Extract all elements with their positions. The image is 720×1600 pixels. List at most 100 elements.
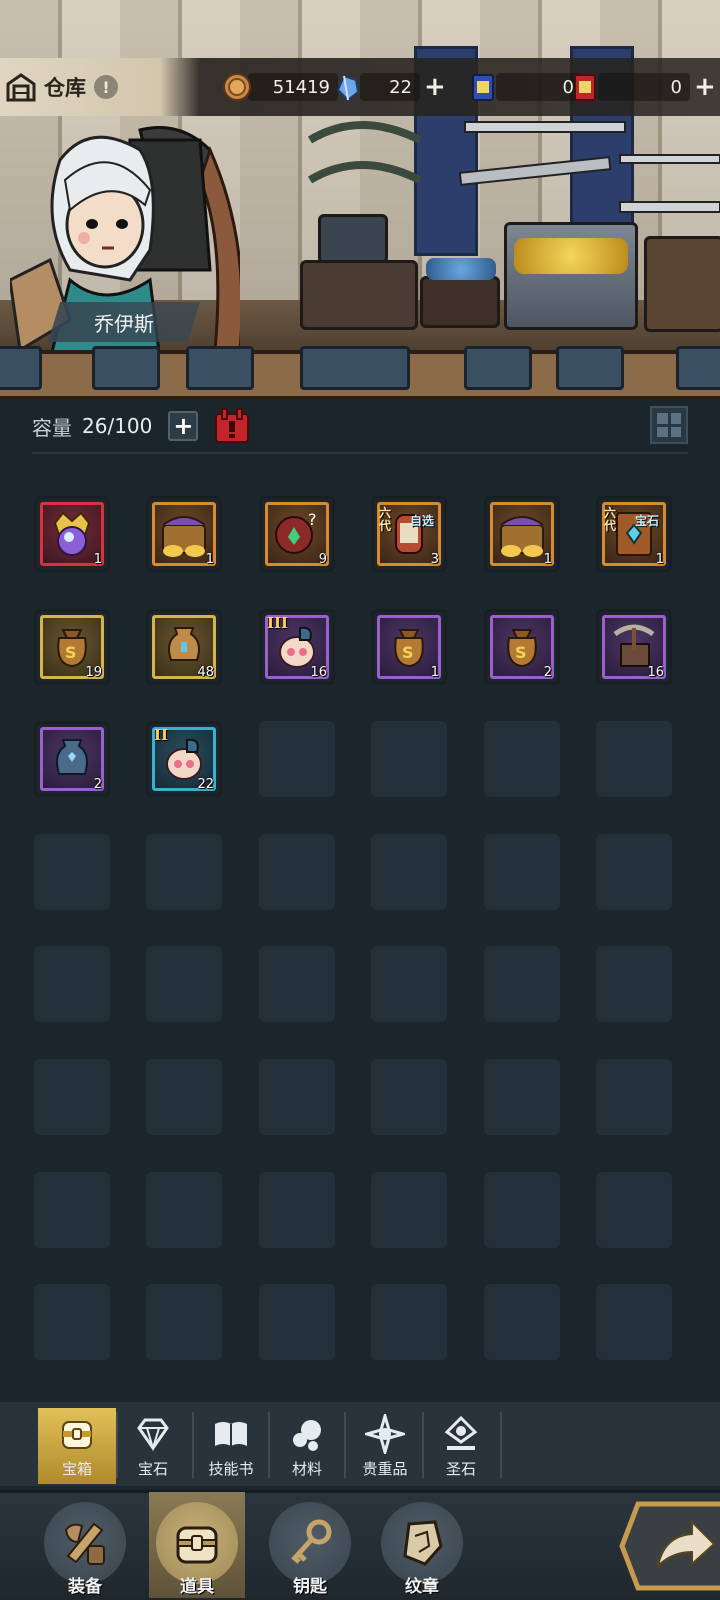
materials-icon [293, 1420, 321, 1451]
tab-label: 贵重品 [362, 1460, 408, 1478]
empty-slot[interactable] [259, 1172, 335, 1248]
tab-label: 技能书 [208, 1460, 254, 1478]
svg-text:?: ? [308, 510, 317, 529]
add-red-card-button[interactable]: + [694, 74, 716, 100]
red-card-icon [574, 74, 596, 101]
empty-slot[interactable] [596, 946, 672, 1022]
empty-slot[interactable] [371, 1284, 447, 1360]
nav-keys[interactable]: 钥匙 [262, 1492, 358, 1598]
empty-slot[interactable] [484, 1172, 560, 1248]
tab-skill-book[interactable]: 技能书 [192, 1408, 270, 1484]
resource-crystals: 22 + [332, 70, 446, 104]
inventory-item[interactable]: 48 [146, 609, 222, 685]
empty-slot[interactable] [34, 834, 110, 910]
expand-capacity-button[interactable]: + [168, 411, 199, 441]
empty-slot[interactable] [484, 946, 560, 1022]
inventory-item[interactable]: 2 [34, 721, 110, 797]
empty-slot[interactable] [259, 946, 335, 1022]
ledge-stone [300, 346, 410, 390]
item-count: 1 [205, 552, 214, 567]
item-count: 3 [430, 552, 439, 567]
tab-chest[interactable]: 宝箱 [38, 1408, 116, 1484]
inventory-item[interactable]: 16 [596, 609, 672, 685]
tier-label: III [267, 614, 289, 632]
empty-slot[interactable] [371, 946, 447, 1022]
inventory-item[interactable]: 1 [34, 496, 110, 572]
tab-valuables[interactable]: 贵重品 [346, 1408, 424, 1484]
empty-slot[interactable] [146, 946, 222, 1022]
item-tag-right: 自选 [410, 514, 435, 528]
tab-holy-stone[interactable]: 圣石 [422, 1408, 500, 1484]
inventory-item[interactable]: 六代 宝石 1 [596, 496, 672, 572]
empty-slot[interactable] [34, 1284, 110, 1360]
nav-items[interactable]: 道具 [149, 1492, 245, 1598]
empty-slot[interactable] [34, 1059, 110, 1135]
empty-slot[interactable] [146, 1284, 222, 1360]
empty-slot[interactable] [596, 1284, 672, 1360]
empty-slot[interactable] [371, 834, 447, 910]
empty-slot[interactable] [371, 1059, 447, 1135]
empty-slot[interactable] [259, 1059, 335, 1135]
item-count: 1 [93, 552, 102, 567]
add-crystals-button[interactable]: + [424, 74, 446, 100]
ledge-stone [0, 346, 42, 390]
gold-money-bag-icon: S [394, 629, 424, 668]
tab-separator [500, 1412, 502, 1478]
ledge-stone [92, 346, 160, 390]
item-count: 1 [430, 665, 439, 680]
empty-slot[interactable] [484, 1059, 560, 1135]
share-arrow-button[interactable] [618, 1496, 720, 1596]
inventory-item[interactable]: S 19 [34, 609, 110, 685]
inventory-item[interactable]: 1 [146, 496, 222, 572]
empty-slot[interactable] [371, 1172, 447, 1248]
calendar-sort-icon[interactable] [212, 406, 252, 446]
empty-slot[interactable] [596, 1172, 672, 1248]
empty-slot[interactable] [596, 1059, 672, 1135]
grid-view-toggle[interactable] [650, 406, 688, 444]
resource-blue-card: 0 [468, 70, 582, 104]
nav-label: 纹章 [405, 1577, 439, 1597]
nav-label: 装备 [68, 1577, 102, 1597]
tab-gem[interactable]: 宝石 [114, 1408, 192, 1484]
empty-slot[interactable] [596, 721, 672, 797]
item-count: 1 [655, 552, 664, 567]
page-title-box: 仓库 ! [0, 58, 200, 116]
empty-slot[interactable] [371, 721, 447, 797]
empty-slot[interactable] [146, 1059, 222, 1135]
nav-emblems[interactable]: 纹章 [374, 1492, 470, 1598]
empty-slot[interactable] [146, 834, 222, 910]
star-emblem-icon [365, 1414, 405, 1454]
empty-slot[interactable] [596, 834, 672, 910]
empty-slot[interactable] [484, 834, 560, 910]
small-chest-icon [318, 214, 388, 264]
nav-equipment[interactable]: 装备 [37, 1492, 133, 1598]
empty-slot[interactable] [484, 1284, 560, 1360]
empty-slot[interactable] [34, 1172, 110, 1248]
hero-name-plate[interactable]: 乔伊斯 [48, 302, 200, 342]
empty-slot[interactable] [34, 946, 110, 1022]
inventory-item[interactable]: 六代 自选 3 [371, 496, 447, 572]
inventory-item[interactable]: 1 [484, 496, 560, 572]
item-tag-left: 六代 [379, 506, 392, 533]
item-count: 22 [197, 777, 214, 792]
empty-slot[interactable] [146, 1172, 222, 1248]
svg-text:S: S [65, 643, 77, 662]
tab-label: 宝石 [137, 1460, 168, 1478]
tab-materials[interactable]: 材料 [268, 1408, 346, 1484]
info-badge[interactable]: ! [94, 75, 118, 99]
empty-slot[interactable] [259, 721, 335, 797]
key-icon [291, 1519, 332, 1564]
empty-slot[interactable] [484, 721, 560, 797]
bronze-coin-icon [223, 73, 251, 101]
grid-cell [670, 426, 681, 437]
inventory-item[interactable]: II 22 [146, 721, 222, 797]
weapon-rack-icon [307, 121, 720, 213]
empty-slot[interactable] [259, 1284, 335, 1360]
inventory-item[interactable]: III 16 [259, 609, 335, 685]
inventory-item[interactable]: S1 [371, 609, 447, 685]
inventory-item[interactable]: S2 [484, 609, 560, 685]
inventory-item[interactable]: ? 9 [259, 496, 335, 572]
item-count: 16 [647, 665, 664, 680]
empty-slot[interactable] [259, 834, 335, 910]
book-icon [215, 1422, 247, 1446]
